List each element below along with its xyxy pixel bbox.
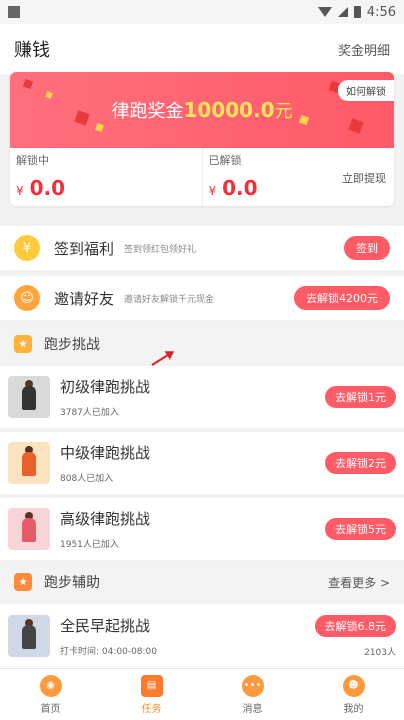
section-running-aid: ★ 跑步辅助 查看更多 > [0,562,404,602]
tab-profile[interactable]: ☻ 我的 [303,669,404,720]
coin-decoration [298,114,310,126]
unlocked-value: 0.0 [222,176,258,200]
unlocked-stat: 已解锁 ¥0.0 立即提现 [201,148,395,206]
bonus-card: 律跑奖金10000.0元 如何解锁 解锁中 ¥0.0 已解锁 ¥0.0 立即提现 [10,72,394,206]
red-envelope-decoration [22,78,34,90]
challenge-row[interactable]: 高级律跑挑战 1951人已加入 去解锁5元 [0,498,404,560]
red-envelope-decoration [348,118,364,134]
participant-count: 2103人 [364,647,396,658]
star-icon: ★ [14,573,32,591]
challenge-thumbnail [8,376,50,418]
message-icon: ••• [241,674,264,697]
unlocking-stat: 解锁中 ¥0.0 [16,154,66,200]
friends-icon: ☺ [14,285,40,311]
withdraw-button[interactable]: 立即提现 [342,170,386,186]
challenge-row[interactable]: 中级律跑挑战 808人已加入 去解锁2元 [0,432,404,494]
planet-icon: ◉ [39,674,62,697]
status-time: 4:56 [366,4,396,20]
coin-icon: ¥ [14,235,40,261]
red-envelope-decoration [74,110,90,126]
section-running-challenge: ★ 跑步挑战 [0,324,404,364]
unlock-button[interactable]: 去解锁1元 [325,386,396,408]
wifi-icon [317,7,332,17]
checkin-button[interactable]: 签到 [344,236,390,260]
notification-icon [8,6,20,18]
unlock-button[interactable]: 去解锁6.8元 [314,614,396,637]
coin-decoration [95,123,104,132]
task-row-invite: ☺ 邀请好友 邀请好友解锁千元现金 去解锁4200元 [0,276,404,320]
task-icon: ▤ [140,674,163,697]
invite-unlock-button[interactable]: 去解锁4200元 [294,286,390,310]
challenge-row[interactable]: 初级律跑挑战 3787人已加入 去解锁1元 [0,366,404,428]
bonus-stats: 解锁中 ¥0.0 已解锁 ¥0.0 立即提现 [10,148,394,206]
challenge-thumbnail [8,442,50,484]
challenge-thumbnail [8,508,50,550]
task-row-checkin: ¥ 签到福利 签到领红包领好礼 签到 [0,226,404,270]
tab-home[interactable]: ◉ 首页 [0,669,101,720]
shield-icon: ★ [14,335,32,353]
bonus-banner-text: 律跑奖金10000.0元 [111,98,293,122]
bottom-tab-bar: ◉ 首页 ▤ 任务 ••• 消息 ☻ 我的 [0,668,404,720]
page-header: 赚钱 奖金明细 [0,24,404,74]
see-more-link[interactable]: 查看更多 > [328,574,390,591]
early-rise-challenge-row[interactable]: 全民早起挑战 打卡时间: 04:00-08:00 去解锁6.8元 2103人 [0,604,404,668]
coin-decoration [45,91,53,99]
profile-icon: ☻ [342,674,365,697]
tab-tasks[interactable]: ▤ 任务 [101,669,202,720]
how-to-unlock-button[interactable]: 如何解锁 [338,80,394,101]
tab-messages[interactable]: ••• 消息 [202,669,303,720]
unlocking-value: 0.0 [29,176,66,200]
status-bar: 4:56 [0,0,404,24]
bonus-amount: 10000.0 [183,98,275,122]
battery-icon [353,6,361,18]
bonus-banner[interactable]: 律跑奖金10000.0元 如何解锁 [10,72,394,148]
page-title: 赚钱 [14,40,50,61]
challenge-thumbnail [8,615,50,657]
bonus-detail-link[interactable]: 奖金明细 [338,40,390,59]
unlock-button[interactable]: 去解锁2元 [325,452,396,474]
signal-icon [337,7,348,17]
unlock-button[interactable]: 去解锁5元 [325,518,396,540]
